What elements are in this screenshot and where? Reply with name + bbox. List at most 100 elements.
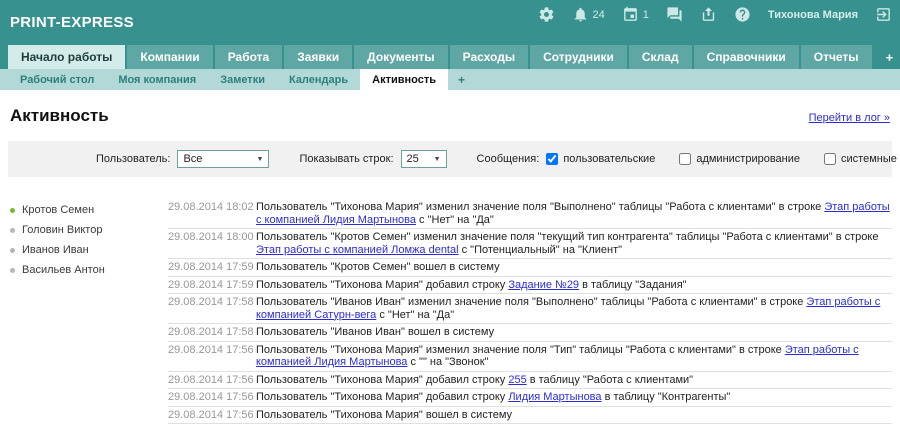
log-entry-link[interactable]: Лидия Мартынова — [508, 391, 601, 403]
log-entry-link[interactable]: Задание №29 — [508, 279, 579, 291]
log-text: Пользователь "Тихонова Мария" изменил зн… — [256, 201, 824, 213]
sidebar-user[interactable]: Васильев Антон — [10, 264, 168, 276]
log-timestamp: 29.08.2014 18:02 — [168, 201, 256, 214]
log-entry-link[interactable]: Этап работы с компанией Ломжа dental — [256, 244, 459, 256]
calendar-button[interactable]: 1 — [622, 6, 649, 23]
message-type-checkboxes: пользовательские администрирование системн… — [546, 153, 900, 165]
log-message: Пользователь "Тихонова Мария" вошел в си… — [256, 409, 892, 422]
log-message: Пользователь "Кротов Семен" изменил знач… — [256, 231, 892, 256]
title-bar: Активность Перейти в лог » — [0, 90, 900, 126]
checkbox-label: администрирование — [696, 153, 800, 165]
main-nav: Начало работыКомпанииРаботаЗаявкиДокумен… — [0, 45, 900, 69]
topbar: PRINT-EXPRESS 24 1 Тихонова Мария — [0, 0, 900, 45]
online-status-dot — [10, 208, 15, 213]
log-text: Пользователь "Тихонова Мария" изменил зн… — [256, 344, 785, 356]
sub-nav: Рабочий столМоя компанияЗаметкиКалендарь… — [0, 69, 900, 90]
main-tab-7[interactable]: Сотрудники — [530, 45, 627, 69]
messages-filter-label: Сообщения: — [477, 153, 540, 165]
log-row: 29.08.2014 18:02Пользователь "Тихонова М… — [168, 199, 892, 229]
log-message: Пользователь "Иванов Иван" вошел в систе… — [256, 326, 892, 339]
main-tab-4[interactable]: Заявки — [284, 45, 352, 69]
log-message: Пользователь "Кротов Семен" вошел в сист… — [256, 261, 892, 274]
log-timestamp: 29.08.2014 17:59 — [168, 261, 256, 274]
log-entry-link[interactable]: 255 — [508, 374, 526, 386]
user-filter-value: Все — [183, 153, 202, 165]
main-tab-9[interactable]: Справочники — [694, 45, 799, 69]
log-text: Пользователь "Тихонова Мария" добавил ст… — [256, 374, 508, 386]
calendar-icon — [622, 6, 639, 23]
chat-icon — [666, 6, 683, 23]
checkbox-input[interactable] — [824, 153, 836, 165]
main-tab-2[interactable]: Компании — [127, 45, 212, 69]
log-text: Пользователь "Иванов Иван" вошел в систе… — [256, 326, 494, 338]
export-icon — [700, 6, 717, 23]
log-text: в таблицу "Контрагенты" — [602, 391, 731, 403]
checkbox-label: пользовательские — [563, 153, 655, 165]
sidebar-user[interactable]: Головин Виктор — [10, 224, 168, 236]
message-type-checkbox-2[interactable]: администрирование — [679, 153, 800, 165]
log-row: 29.08.2014 17:59Пользователь "Кротов Сем… — [168, 259, 892, 277]
log-row: 29.08.2014 17:56Пользователь "Тихонова М… — [168, 372, 892, 390]
logout-button[interactable] — [875, 6, 892, 23]
chevron-down-icon: ▼ — [257, 156, 264, 163]
log-row: 29.08.2014 17:58Пользователь "Иванов Ива… — [168, 324, 892, 342]
sidebar-user[interactable]: Иванов Иван — [10, 244, 168, 256]
main-tab-1[interactable]: Начало работы — [8, 45, 125, 69]
sub-tab-1[interactable]: Рабочий стол — [8, 69, 106, 90]
help-icon — [734, 6, 751, 23]
sub-tab-5[interactable]: Активность — [360, 69, 448, 90]
checkbox-input[interactable] — [679, 153, 691, 165]
go-to-log-link[interactable]: Перейти в лог » — [809, 112, 890, 124]
log-text: Пользователь "Тихонова Мария" добавил ст… — [256, 279, 508, 291]
message-type-checkbox-1[interactable]: пользовательские — [546, 153, 655, 165]
main-tab-10[interactable]: Отчеты — [801, 45, 872, 69]
log-message: Пользователь "Тихонова Мария" изменил зн… — [256, 201, 892, 226]
log-message: Пользователь "Тихонова Мария" добавил ст… — [256, 279, 892, 292]
log-text: в таблицу "Задания" — [579, 279, 687, 291]
message-type-checkbox-3[interactable]: системные — [824, 153, 897, 165]
main-tab-5[interactable]: Документы — [354, 45, 447, 69]
log-text: с "" на "Звонок" — [407, 356, 488, 368]
sidebar-user[interactable]: Кротов Семен — [10, 204, 168, 216]
log-row: 29.08.2014 17:56Пользователь "Тихонова М… — [168, 389, 892, 407]
main-tab-8[interactable]: Склад — [629, 45, 692, 69]
sub-tab-3[interactable]: Заметки — [208, 69, 277, 90]
topbar-icons: 24 1 Тихонова Мария — [538, 6, 892, 23]
log-timestamp: 29.08.2014 17:56 — [168, 391, 256, 404]
add-main-tab-button[interactable]: + — [874, 45, 900, 69]
log-text: с "Нет" на "Да" — [416, 214, 494, 226]
user-filter-label: Пользователь: — [96, 153, 170, 165]
bell-icon — [572, 6, 589, 23]
offline-status-dot — [10, 248, 15, 253]
log-text: с "Потенциальный" на "Клиент" — [459, 244, 622, 256]
log-text: Пользователь "Тихонова Мария" добавил ст… — [256, 391, 508, 403]
notifications-button[interactable]: 24 — [572, 6, 605, 23]
current-user[interactable]: Тихонова Мария — [768, 9, 858, 21]
logout-icon — [875, 6, 892, 23]
notifications-count: 24 — [593, 9, 605, 21]
rows-filter-label: Показывать строк: — [299, 153, 393, 165]
app-logo: PRINT-EXPRESS — [10, 14, 134, 31]
messages-button[interactable] — [666, 6, 683, 23]
user-filter-select[interactable]: Все ▼ — [177, 150, 269, 168]
add-sub-tab-button[interactable]: + — [448, 69, 475, 90]
rows-filter-group: Показывать строк: 25 ▼ — [299, 150, 446, 168]
user-name: Иванов Иван — [22, 244, 89, 256]
rows-filter-select[interactable]: 25 ▼ — [401, 150, 447, 168]
settings-button[interactable] — [538, 6, 555, 23]
page-title: Активность — [10, 106, 109, 126]
log-row: 29.08.2014 17:56Пользователь "Тихонова М… — [168, 342, 892, 372]
export-button[interactable] — [700, 6, 717, 23]
main-tab-6[interactable]: Расходы — [450, 45, 528, 69]
offline-status-dot — [10, 268, 15, 273]
message-type-filters: Сообщения: пользовательские администриров… — [477, 153, 900, 165]
help-button[interactable] — [734, 6, 751, 23]
log-message: Пользователь "Тихонова Мария" добавил ст… — [256, 391, 892, 404]
checkbox-input[interactable] — [546, 153, 558, 165]
sub-tab-2[interactable]: Моя компания — [106, 69, 208, 90]
log-text: Пользователь "Кротов Семен" изменил знач… — [256, 231, 878, 243]
main-tab-3[interactable]: Работа — [215, 45, 283, 69]
user-filter-group: Пользователь: Все ▼ — [96, 150, 269, 168]
sub-tab-4[interactable]: Календарь — [277, 69, 360, 90]
log-message: Пользователь "Тихонова Мария" добавил ст… — [256, 374, 892, 387]
